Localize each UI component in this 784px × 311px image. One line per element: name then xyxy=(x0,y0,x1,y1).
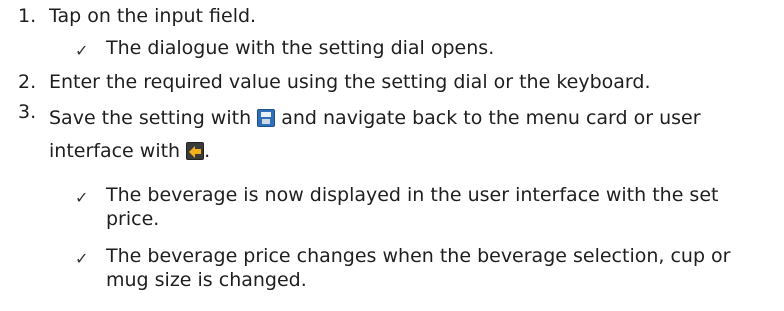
step-text-3-part-c: interface with xyxy=(49,140,181,162)
result-text-2-line1: The beverage is now displayed in the use… xyxy=(106,184,719,206)
result-check-icon: ✓ xyxy=(75,188,89,207)
step-text-3-line2: interface with . xyxy=(49,137,210,165)
result-check-icon: ✓ xyxy=(75,41,89,60)
step-text-2: Enter the required value using the setti… xyxy=(49,71,651,93)
step-text-1: Tap on the input field. xyxy=(49,5,257,27)
step-text-3-part-a: Save the setting with xyxy=(49,107,252,129)
step-text-3-part-b: and navigate back to the menu card or us… xyxy=(281,107,701,129)
save-icon xyxy=(257,109,276,127)
back-icon xyxy=(186,142,205,160)
result-check-icon: ✓ xyxy=(75,249,89,268)
result-text-2-line2: price. xyxy=(106,208,160,230)
step-text-3: Save the setting with and navigate back … xyxy=(49,104,701,132)
result-text-3-line2: mug size is changed. xyxy=(106,269,307,291)
step-number-1: 1. xyxy=(18,5,37,27)
step-text-3-part-d: . xyxy=(204,140,211,162)
step-number-3: 3. xyxy=(18,101,37,123)
step-number-2: 2. xyxy=(18,71,37,93)
result-text-1: The dialogue with the setting dial opens… xyxy=(106,37,495,59)
